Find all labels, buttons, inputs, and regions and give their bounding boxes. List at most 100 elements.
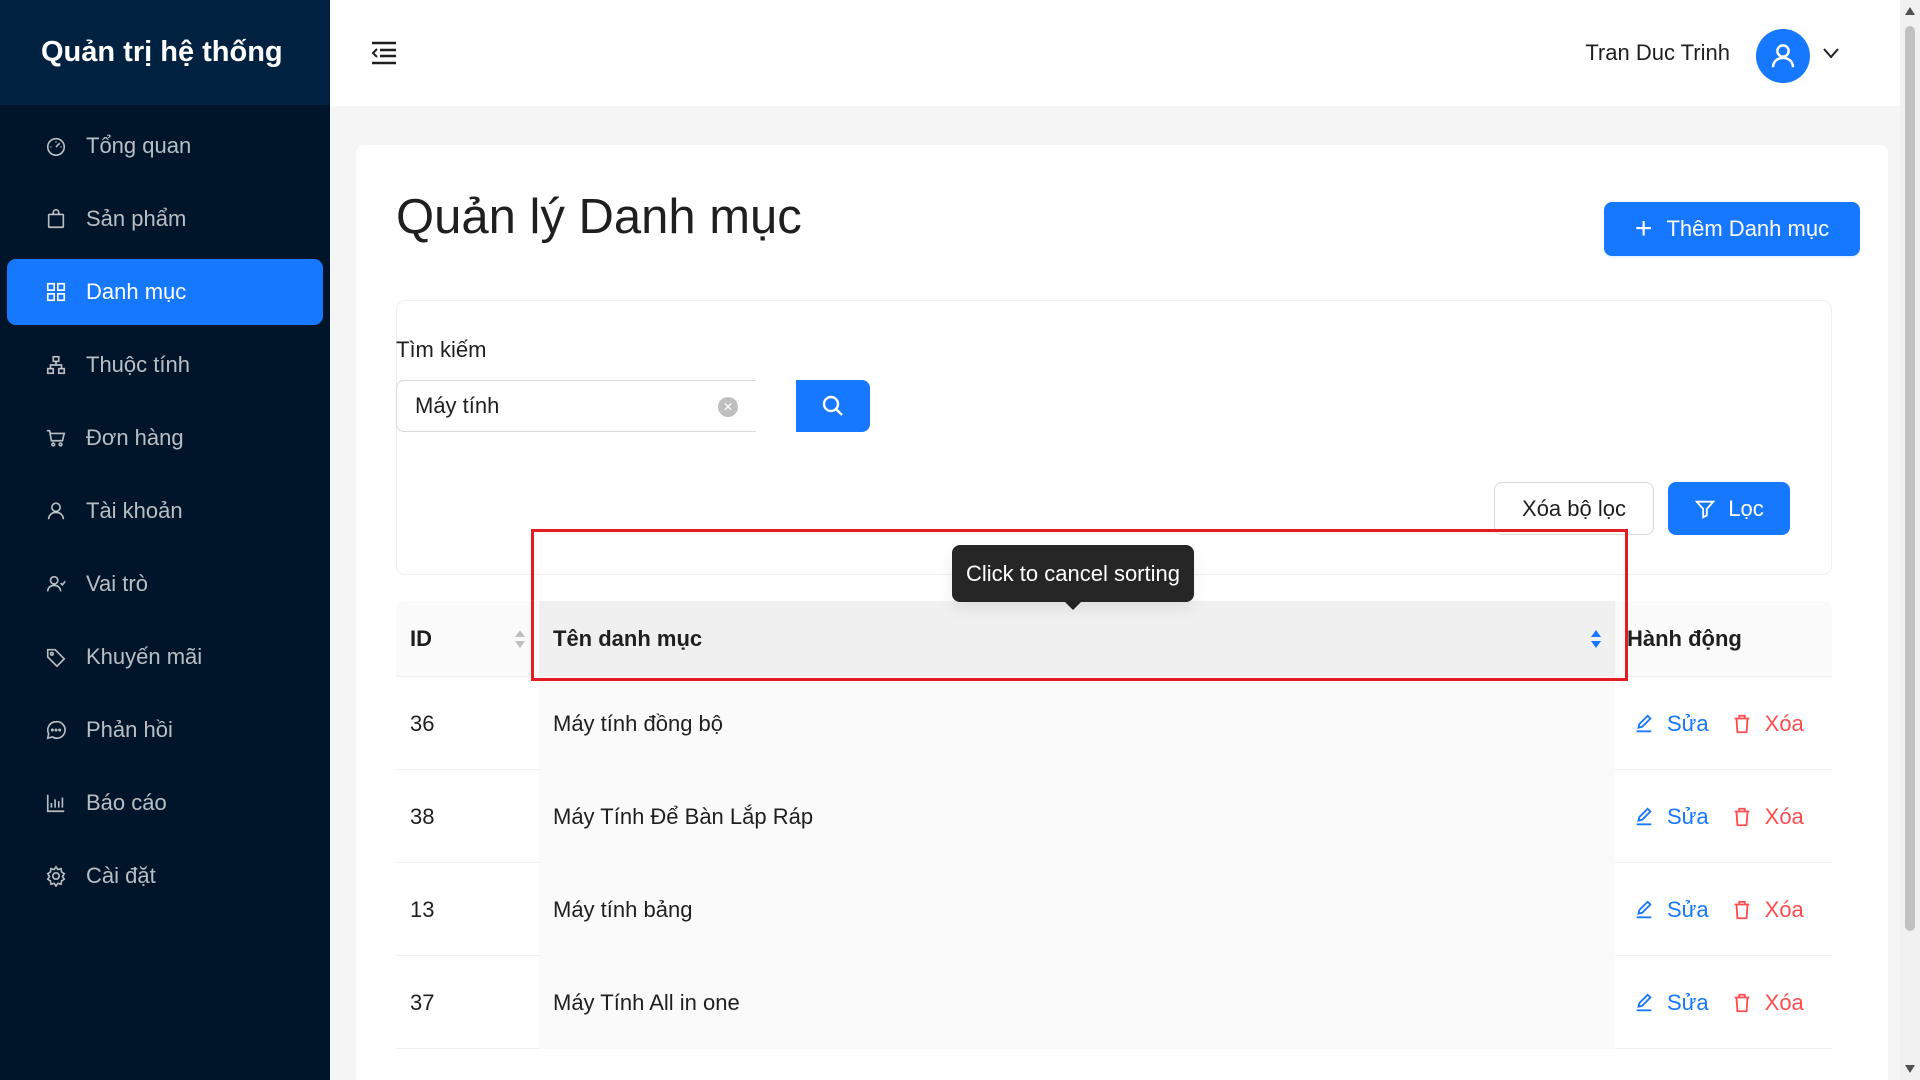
scroll-thumb[interactable] — [1905, 26, 1915, 931]
filter-icon — [1694, 500, 1716, 519]
sidebar-item-label: Đơn hàng — [86, 425, 184, 450]
edit-label: Sửa — [1667, 896, 1709, 922]
scroll-down-arrow-icon[interactable] — [1904, 1064, 1916, 1074]
settings-icon — [45, 865, 67, 887]
plus-icon: + — [1634, 212, 1653, 245]
delete-button[interactable]: Xóa — [1731, 990, 1804, 1016]
bar-chart-icon — [45, 792, 67, 814]
sidebar-item-label: Cài đặt — [86, 863, 156, 888]
sort-tooltip: Click to cancel sorting — [952, 545, 1194, 610]
user-avatar-icon — [1771, 44, 1795, 68]
sidebar-item-label: Danh mục — [86, 279, 187, 304]
edit-button[interactable]: Sửa — [1633, 897, 1709, 923]
sort-icon[interactable] — [1589, 627, 1603, 651]
sidebar-item-categories[interactable]: Danh mục — [7, 259, 323, 325]
cell-id: 37 — [410, 989, 435, 1015]
shopping-bag-icon — [45, 208, 67, 230]
sidebar-item-reports[interactable]: Báo cáo — [7, 770, 323, 836]
cell-id: 38 — [410, 803, 435, 829]
sidebar-item-products[interactable]: Sản phẩm — [7, 186, 323, 252]
table-row: 13 Máy tính bảng Sửa Xóa — [396, 863, 1832, 956]
cell-id: 13 — [410, 896, 435, 922]
sidebar-item-label: Thuộc tính — [86, 352, 190, 377]
add-category-label: Thêm Danh mục — [1666, 216, 1830, 241]
sidebar-item-roles[interactable]: Vai trò — [7, 551, 323, 617]
page-title: Quản lý Danh mục — [396, 190, 802, 244]
column-header-actions: Hành động — [1615, 601, 1832, 677]
avatar[interactable] — [1756, 29, 1810, 83]
tag-icon — [45, 646, 67, 668]
search-input[interactable] — [415, 393, 705, 419]
delete-icon — [1734, 900, 1749, 919]
sidebar-item-attributes[interactable]: Thuộc tính — [7, 332, 323, 398]
edit-label: Sửa — [1667, 710, 1709, 736]
cell-name: Máy tính bảng — [539, 863, 1615, 956]
cart-icon — [45, 427, 67, 449]
edit-icon — [1636, 713, 1652, 732]
brand-title: Quản trị hệ thống — [0, 0, 330, 105]
edit-label: Sửa — [1667, 803, 1709, 829]
cluster-icon — [45, 354, 67, 376]
menu-fold-icon[interactable] — [370, 40, 398, 66]
sidebar: Quản trị hệ thống Tổng quan Sản phẩm Dan… — [0, 0, 330, 1080]
search-icon — [822, 395, 843, 416]
clear-input-icon[interactable]: ✕ — [718, 397, 738, 417]
delete-button[interactable]: Xóa — [1731, 711, 1804, 737]
filter-button[interactable]: Lọc — [1668, 482, 1790, 535]
cell-actions: Sửa Xóa — [1615, 956, 1832, 1049]
column-header-name[interactable]: Tên danh mục — [539, 601, 1615, 677]
delete-label: Xóa — [1764, 896, 1804, 922]
sidebar-item-orders[interactable]: Đơn hàng — [7, 405, 323, 471]
team-icon — [45, 573, 67, 595]
add-category-button[interactable]: + Thêm Danh mục — [1604, 202, 1860, 256]
sidebar-item-label: Sản phẩm — [86, 206, 187, 231]
cell-actions: Sửa Xóa — [1615, 677, 1832, 770]
delete-button[interactable]: Xóa — [1731, 804, 1804, 830]
sidebar-item-promotions[interactable]: Khuyến mãi — [7, 624, 323, 690]
sort-icon[interactable] — [513, 627, 527, 651]
chevron-down-icon[interactable] — [1822, 46, 1840, 60]
search-field[interactable]: ✕ — [396, 380, 756, 432]
column-header-id[interactable]: ID — [396, 601, 539, 677]
table-row: 38 Máy Tính Để Bàn Lắp Ráp Sửa Xóa — [396, 770, 1832, 863]
delete-icon — [1734, 993, 1749, 1012]
dashboard-icon — [45, 135, 67, 157]
content-card: Quản lý Danh mục + Thêm Danh mục Tìm kiế… — [356, 145, 1888, 1080]
column-header-label: ID — [410, 626, 432, 651]
cell-name: Máy tính đồng bộ — [539, 677, 1615, 770]
table-row: 37 Máy Tính All in one Sửa Xóa — [396, 956, 1832, 1049]
clear-filter-button[interactable]: Xóa bộ lọc — [1494, 482, 1654, 535]
edit-button[interactable]: Sửa — [1633, 711, 1709, 737]
edit-icon — [1636, 806, 1652, 825]
cell-name: Máy Tính All in one — [539, 956, 1615, 1049]
sidebar-item-feedback[interactable]: Phản hồi — [7, 697, 323, 763]
sidebar-menu: Tổng quan Sản phẩm Danh mục Thuộc tính Đ… — [0, 105, 330, 909]
sidebar-item-settings[interactable]: Cài đặt — [7, 843, 323, 909]
sidebar-item-accounts[interactable]: Tài khoản — [7, 478, 323, 544]
edit-label: Sửa — [1667, 989, 1709, 1015]
delete-label: Xóa — [1764, 710, 1804, 736]
edit-button[interactable]: Sửa — [1633, 804, 1709, 830]
category-table: ID Tên danh mục Hành động 36 Máy tính đồ… — [396, 601, 1832, 1049]
user-icon — [45, 500, 67, 522]
cell-id: 36 — [410, 710, 435, 736]
scroll-up-arrow-icon[interactable] — [1904, 6, 1916, 16]
sidebar-item-label: Tổng quan — [86, 133, 192, 158]
search-label: Tìm kiếm — [396, 337, 487, 362]
sidebar-item-label: Phản hồi — [86, 717, 173, 742]
edit-icon — [1636, 992, 1652, 1011]
sidebar-item-label: Tài khoản — [86, 498, 183, 523]
sidebar-item-label: Vai trò — [86, 571, 148, 596]
table-row: 36 Máy tính đồng bộ Sửa Xóa — [396, 677, 1832, 770]
page-scrollbar[interactable] — [1900, 0, 1920, 1080]
sidebar-item-overview[interactable]: Tổng quan — [7, 113, 323, 179]
search-button[interactable] — [796, 380, 870, 432]
grid-icon — [45, 281, 67, 303]
message-icon — [45, 719, 67, 741]
sidebar-item-label: Khuyến mãi — [86, 644, 203, 669]
user-name[interactable]: Tran Duc Trinh — [1585, 40, 1730, 66]
column-header-label: Tên danh mục — [553, 626, 703, 651]
sidebar-item-label: Báo cáo — [86, 790, 167, 815]
delete-button[interactable]: Xóa — [1731, 897, 1804, 923]
edit-button[interactable]: Sửa — [1633, 990, 1709, 1016]
